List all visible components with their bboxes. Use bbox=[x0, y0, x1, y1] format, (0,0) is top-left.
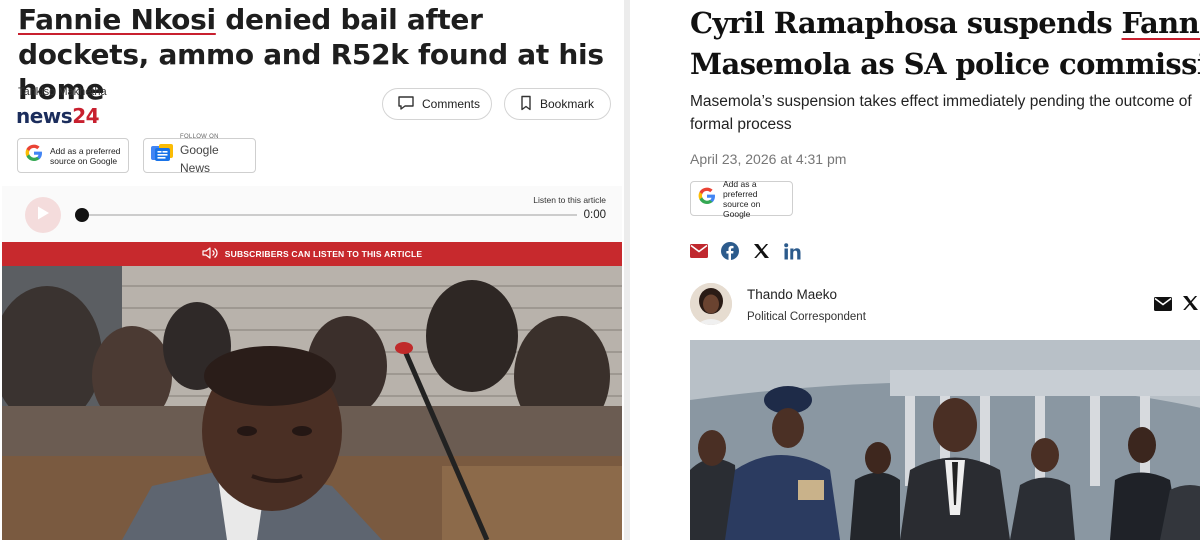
news24-logo-news: news bbox=[16, 104, 73, 128]
listen-label: Listen to this article bbox=[533, 195, 606, 205]
right-article-photo bbox=[690, 340, 1200, 540]
left-article-panel: Fannie Nkosi denied bail after dockets, … bbox=[0, 0, 624, 540]
preferred-source-badge[interactable]: Add as a preferred source on Google bbox=[17, 138, 129, 173]
comments-label: Comments bbox=[422, 97, 481, 111]
right-subhead: Masemola’s suspension takes effect immed… bbox=[690, 90, 1200, 136]
author-name[interactable]: Thando Maeko bbox=[747, 287, 837, 302]
preferred-source-badge-right[interactable]: Add as a preferred source on Google bbox=[690, 179, 793, 219]
left-headline-name: Fannie Nkosi bbox=[18, 3, 216, 36]
subscribers-banner[interactable]: SUBSCRIBERS CAN LISTEN TO THIS ARTICLE bbox=[2, 242, 622, 266]
author-avatar[interactable] bbox=[690, 283, 732, 325]
follow-on-label: FOLLOW ON bbox=[180, 134, 219, 140]
preferred-source-line2: source on Google bbox=[723, 198, 761, 219]
facebook-icon[interactable] bbox=[721, 242, 739, 260]
news24-logo[interactable]: news24 bbox=[16, 104, 100, 128]
right-headline-name: Fannie bbox=[1121, 6, 1200, 40]
mail-icon[interactable] bbox=[1154, 297, 1172, 316]
google-news-badge[interactable]: FOLLOW ON Google News bbox=[143, 134, 256, 175]
preferred-source-text: Add as a preferred source on Google bbox=[50, 146, 120, 166]
publish-date: April 23, 2026 at 4:31 pm bbox=[690, 151, 847, 167]
right-subhead-line2: formal process bbox=[690, 116, 792, 133]
right-article-panel: Cyril Ramaphosa suspends Fannie Masemola … bbox=[630, 0, 1200, 540]
preferred-source-line1: Add as a preferred bbox=[50, 145, 121, 156]
preferred-source-line2: source on Google bbox=[50, 155, 118, 166]
news24-logo-24: 24 bbox=[72, 104, 100, 128]
left-article-photo bbox=[2, 266, 622, 540]
author-role: Political Correspondent bbox=[747, 311, 866, 323]
subscribers-banner-label: SUBSCRIBERS CAN LISTEN TO THIS ARTICLE bbox=[224, 249, 423, 259]
google-news-label: Google News bbox=[180, 143, 219, 175]
right-headline-line1-pre: Cyril Ramaphosa suspends bbox=[690, 6, 1122, 40]
google-news-text: FOLLOW ON Google News bbox=[180, 134, 249, 177]
preferred-source-text: Add as a preferred source on Google bbox=[723, 179, 786, 219]
player-time: 0:00 bbox=[583, 209, 606, 221]
play-button[interactable] bbox=[25, 197, 61, 233]
linkedin-icon[interactable] bbox=[783, 242, 801, 260]
audio-progress-knob[interactable] bbox=[75, 208, 89, 222]
x-icon[interactable] bbox=[1182, 295, 1199, 316]
right-headline-line2: Masemola as SA police commissioner bbox=[690, 47, 1200, 81]
play-icon bbox=[36, 205, 50, 226]
preferred-source-line1: Add as a preferred bbox=[723, 178, 758, 199]
audio-progress-track[interactable] bbox=[82, 214, 577, 216]
comments-button[interactable]: Comments bbox=[382, 88, 492, 120]
right-headline[interactable]: Cyril Ramaphosa suspends Fannie Masemola … bbox=[690, 3, 1200, 85]
google-g-icon bbox=[697, 186, 717, 211]
bookmark-label: Bookmark bbox=[540, 97, 595, 111]
google-g-icon bbox=[24, 143, 44, 168]
audio-player: Listen to this article 0:00 bbox=[2, 186, 622, 242]
google-news-icon bbox=[150, 143, 174, 168]
share-row bbox=[690, 242, 801, 260]
bookmark-button[interactable]: Bookmark bbox=[504, 88, 611, 120]
mail-icon[interactable] bbox=[690, 242, 708, 260]
left-author[interactable]: Tankiso Makhetha bbox=[18, 86, 107, 98]
comment-icon bbox=[397, 95, 415, 114]
bookmark-icon bbox=[519, 95, 533, 114]
right-subhead-line1: Masemola’s suspension takes effect immed… bbox=[690, 93, 1192, 110]
x-icon[interactable] bbox=[752, 242, 770, 260]
speaker-icon bbox=[202, 247, 218, 261]
